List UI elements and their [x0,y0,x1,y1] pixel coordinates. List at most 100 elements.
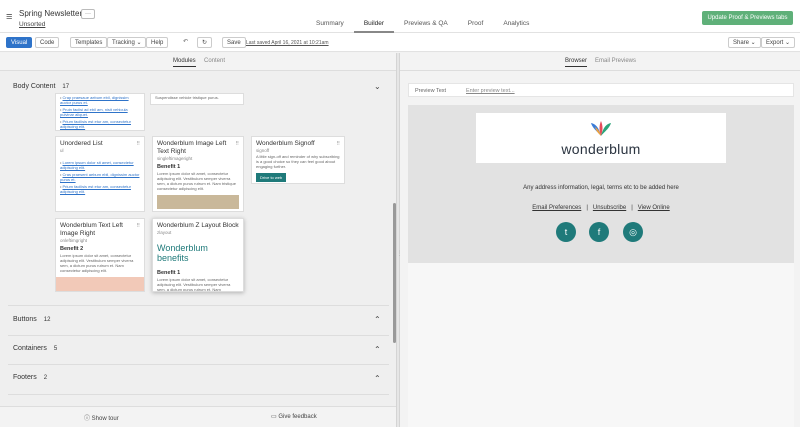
section-count: 5 [53,346,58,352]
module-card-unordered-list[interactable]: Unordered List ul ⠿ • Lorem ipsum dolor … [55,136,145,212]
module-card-list-top[interactable]: • Crap praesaue aebum ebil, dignissim au… [55,93,145,131]
section-count: 17 [62,84,70,90]
panel-footer: ⓘ Show tour ▭ Give feedback [0,406,396,427]
flower-image [157,195,239,209]
card-title: Unordered List [60,140,103,147]
divider [8,335,389,336]
benefit-heading: Benefit 2 [60,246,84,252]
benefit-heading: Benefit 1 [157,164,181,170]
tab-summary[interactable]: Summary [306,0,354,33]
module-card-top-right[interactable]: Suspendisse vehicle tristique purus. [150,93,244,105]
benefits-heading: Wonderblum benefits [157,243,208,263]
visual-mode-button[interactable]: Visual [6,37,33,48]
templates-button[interactable]: Templates [70,37,108,48]
footers-section-header[interactable]: Footers 2 [13,374,47,381]
chevron-down-icon[interactable]: ⌄ [374,82,381,91]
share-dropdown[interactable]: Share ⌄ [728,37,761,48]
email-canvas: wonderblum Any address information, lega… [408,105,794,263]
card-title: Wonderblum Signoff [256,140,315,147]
card-title: Wonderblum Image Left Text Right [157,140,227,155]
update-previews-button[interactable]: Update Proof & Previews tabs [702,11,793,25]
drag-handle-icon[interactable]: ⠿ [336,141,340,147]
preview-text-label: Preview Text [415,88,447,94]
preview-text-input[interactable]: Enter preview text... [466,88,515,94]
toolbar: Visual Code Templates Tracking ⌄ Help ↶ … [0,33,800,52]
save-button[interactable]: Save [222,37,246,48]
tab-modules[interactable]: Modules [173,58,196,67]
containers-section-header[interactable]: Containers 5 [13,345,57,352]
twitter-icon[interactable]: t [556,222,576,242]
module-card-text-left-image-right[interactable]: Wonderblum Text Left Image Right onlefti… [55,218,145,292]
drag-handle-icon[interactable]: ⠿ [136,223,140,229]
email-canvas-empty [408,263,794,427]
drag-handle-icon[interactable]: ⠿ [136,141,140,147]
instagram-icon[interactable]: ◎ [623,222,643,242]
card-text: Suspendisse vehicle tristique purus. [155,95,219,100]
benefit-heading: Benefit 1 [157,270,181,276]
give-feedback-label: Give feedback [278,414,317,420]
drag-handle-icon[interactable]: ⠿ [235,141,239,147]
last-saved-link[interactable]: Last saved April 16, 2021 at 10:21am [246,40,329,46]
address-text[interactable]: Any address information, legal, terms et… [408,185,794,191]
card-text: Lorem ipsum dolor sit amet, consectetur … [157,277,231,292]
top-bar: ≡ Spring Newsletter ··· Unsorted Summary… [0,0,800,33]
section-label: Footers [13,374,37,381]
divider [8,364,389,365]
divider [8,305,389,306]
facebook-icon[interactable]: f [589,222,609,242]
view-online-link[interactable]: View Online [638,205,670,211]
chevron-up-icon[interactable]: ⌃ [374,315,381,324]
portrait-image [56,277,144,291]
tab-proof[interactable]: Proof [458,0,494,33]
give-feedback-button[interactable]: ▭ Give feedback [271,413,317,420]
undo-icon[interactable]: ↶ [183,38,188,45]
list-item: • Lorem ipsum dolor sit amet, consectetu… [60,160,134,170]
preview-panel: Browser Email Previews Preview Text Ente… [400,53,800,427]
tab-builder[interactable]: Builder [353,0,395,33]
redo-icon[interactable]: ↻ [197,37,213,48]
section-label: Buttons [13,316,37,323]
tab-email-previews[interactable]: Email Previews [595,58,636,64]
export-dropdown[interactable]: Export ⌄ [761,37,796,48]
list-item: • Pruin faciisi ad ebil am, nisit vehicu… [60,107,128,117]
modules-panel: Modules Content Body Content 17 ⌄ • Crap … [0,53,396,427]
drag-handle-icon[interactable]: ⠿ [235,223,239,229]
drive-to-web-button: Drive to web [256,173,287,182]
body-content-section-header[interactable]: Body Content 17 [13,83,69,90]
chevron-up-icon[interactable]: ⌃ [374,374,381,383]
chevron-up-icon[interactable]: ⌃ [374,345,381,354]
tab-previews-qa[interactable]: Previews & QA [394,0,458,33]
folder-link[interactable]: Unsorted [19,21,45,28]
code-mode-button[interactable]: Code [35,37,60,48]
footer-links: Email Preferences | Unsubscribe | View Onlin… [408,205,794,211]
tracking-dropdown[interactable]: Tracking ⌄ [107,37,147,48]
document-title[interactable]: Spring Newsletter [19,9,82,18]
hamburger-icon[interactable]: ≡ [6,11,12,23]
show-tour-button[interactable]: ⓘ Show tour [84,413,119,422]
tab-content[interactable]: Content [204,58,225,64]
tab-browser[interactable]: Browser [565,58,588,67]
left-subtabs: Modules Content [0,53,396,71]
flower-logo-icon [591,121,611,136]
card-text: Lorem ipsum dolor sit amet, consectetur … [157,171,236,191]
module-card-image-left-text-right[interactable]: Wonderblum Image Left Text Right singlef… [152,136,244,212]
unsubscribe-link[interactable]: Unsubscribe [593,205,626,211]
right-subtabs: Browser Email Previews [400,53,800,71]
logo-block[interactable]: wonderblum [476,113,726,163]
more-options-button[interactable]: ··· [81,9,95,19]
list-item: • Cras praesent aebum ebil, dignissim au… [60,172,140,182]
email-preferences-link[interactable]: Email Preferences [532,205,581,211]
module-card-signoff[interactable]: Wonderblum Signoff signoff ⠿ A little si… [251,136,345,184]
section-count: 2 [43,375,48,381]
card-title: Wonderblum Text Left Image Right [60,222,123,237]
buttons-section-header[interactable]: Buttons 12 [13,316,50,323]
module-card-z-layout[interactable]: Wonderblum Z Layout Block zlayout ⠿ Wond… [152,218,244,292]
list-item: • Prium facilisis est etur am, consectet… [60,184,131,194]
tab-analytics[interactable]: Analytics [493,0,539,33]
show-tour-label: Show tour [91,416,119,422]
section-label: Containers [13,345,47,352]
help-button[interactable]: Help [146,37,169,48]
list-item: • Crap praesaue aebum ebil, dignissim au… [60,95,129,105]
section-count: 12 [43,317,51,323]
main-tabs: Summary Builder Previews & QA Proof Anal… [300,0,539,33]
